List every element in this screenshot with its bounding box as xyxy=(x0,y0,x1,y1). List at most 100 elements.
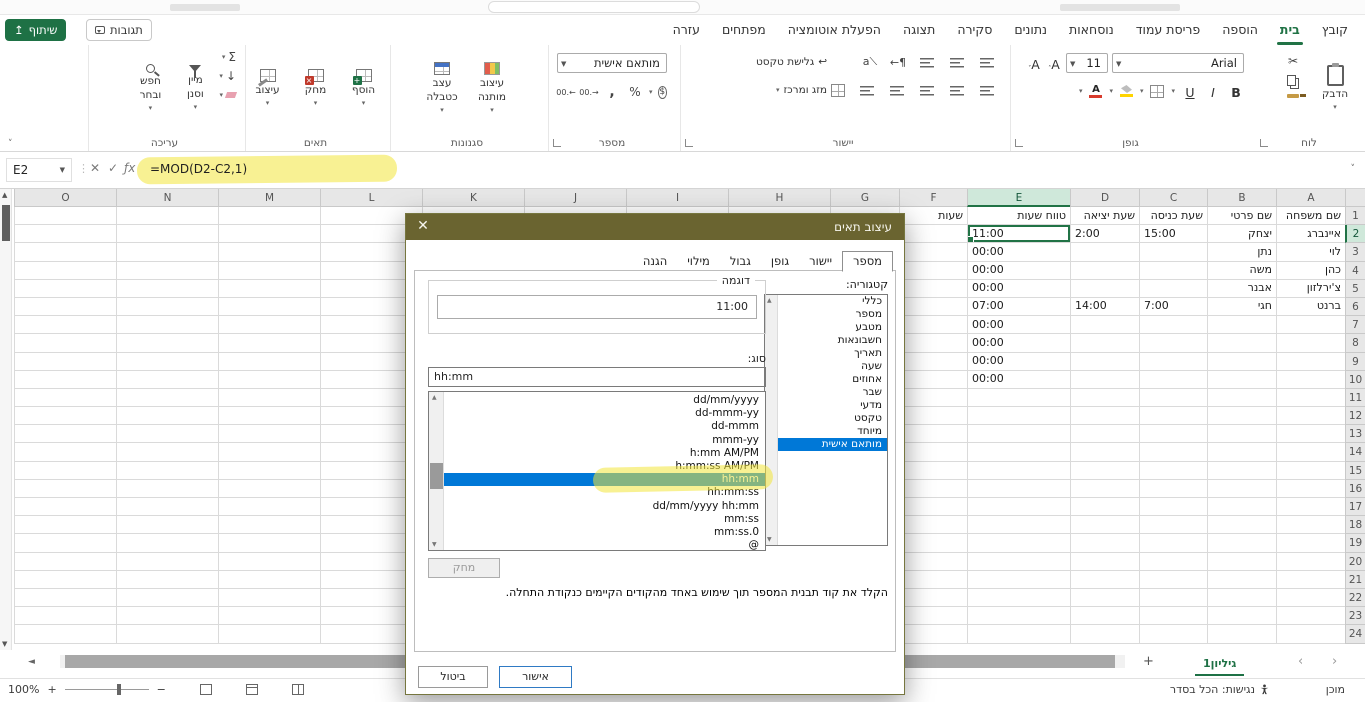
delete-cells-button[interactable]: מחק▾ xyxy=(295,48,337,128)
cell[interactable] xyxy=(967,625,1070,643)
category-item[interactable]: שבר xyxy=(778,386,887,399)
cell[interactable] xyxy=(899,516,967,534)
fill-color-button[interactable] xyxy=(1120,85,1133,97)
cell[interactable] xyxy=(14,207,116,225)
row-header[interactable]: 12 xyxy=(1345,407,1365,425)
category-item[interactable]: מספר xyxy=(778,308,887,321)
row-header[interactable]: 13 xyxy=(1345,425,1365,443)
cell[interactable] xyxy=(116,607,218,625)
cell[interactable] xyxy=(1139,443,1207,461)
cell[interactable] xyxy=(1276,334,1345,352)
ribbon-tab[interactable]: תצוגה xyxy=(892,15,946,45)
align-center-button[interactable] xyxy=(947,81,967,99)
cell[interactable]: שעות xyxy=(899,207,967,225)
cell[interactable] xyxy=(116,625,218,643)
ribbon-tab[interactable]: קובץ xyxy=(1311,15,1359,45)
cell[interactable] xyxy=(1276,607,1345,625)
cell[interactable] xyxy=(1207,571,1276,589)
cell[interactable] xyxy=(116,207,218,225)
cell[interactable] xyxy=(1207,534,1276,552)
align-middle-button[interactable] xyxy=(947,53,967,71)
cell[interactable] xyxy=(1139,607,1207,625)
cell[interactable] xyxy=(116,389,218,407)
ribbon-tab[interactable]: פריסת עמוד xyxy=(1125,15,1212,45)
cell[interactable] xyxy=(1276,371,1345,389)
cell[interactable] xyxy=(1139,571,1207,589)
cell[interactable] xyxy=(967,480,1070,498)
dialog-tab[interactable]: הגנה xyxy=(633,252,677,271)
cell[interactable] xyxy=(14,498,116,516)
percent-format-button[interactable]: % xyxy=(626,83,644,101)
cell[interactable] xyxy=(14,334,116,352)
row-header[interactable]: 10 xyxy=(1345,371,1365,389)
cell[interactable] xyxy=(1139,462,1207,480)
type-option[interactable]: h:mm:ss AM/PM xyxy=(444,460,765,473)
type-option[interactable]: dd-mmm xyxy=(444,420,765,433)
cell[interactable] xyxy=(218,480,320,498)
type-option[interactable]: hh:mm:ss xyxy=(444,486,765,499)
column-header[interactable]: I xyxy=(626,189,728,207)
insert-cells-button[interactable]: הוסף▾ xyxy=(343,48,385,128)
cell[interactable] xyxy=(1207,353,1276,371)
category-item[interactable]: כללי xyxy=(778,295,887,308)
cell[interactable] xyxy=(14,443,116,461)
cell[interactable]: 11:00 xyxy=(967,225,1070,243)
cell[interactable] xyxy=(1139,553,1207,571)
cell[interactable] xyxy=(1207,334,1276,352)
dialog-title[interactable]: עיצוב תאים xyxy=(406,214,904,240)
cell[interactable]: חגי xyxy=(1207,298,1276,316)
increase-font-button[interactable]: A˄ xyxy=(1046,54,1062,72)
ribbon-tab[interactable]: הוספה xyxy=(1211,15,1269,45)
cell[interactable] xyxy=(218,625,320,643)
sheet-tab[interactable]: גיליון1 xyxy=(1195,651,1244,676)
cell[interactable] xyxy=(1139,243,1207,261)
scroll-up-icon[interactable]: ▲ xyxy=(767,297,772,304)
column-header[interactable]: K xyxy=(422,189,524,207)
cell[interactable]: צ'ירלזון xyxy=(1276,280,1345,298)
align-top-button[interactable] xyxy=(977,53,997,71)
decrease-decimal-button[interactable]: ←.00 xyxy=(557,83,575,101)
cell[interactable] xyxy=(218,571,320,589)
cell[interactable] xyxy=(899,571,967,589)
bold-button[interactable]: B xyxy=(1228,82,1244,100)
cell[interactable] xyxy=(1070,480,1139,498)
vertical-scrollbar[interactable]: ▲ ▼ xyxy=(0,189,12,650)
cell[interactable] xyxy=(1276,316,1345,334)
currency-format-button[interactable]: $ xyxy=(658,86,667,99)
ribbon-tab[interactable]: הפעלת אוטומציה xyxy=(777,15,892,45)
cell[interactable] xyxy=(218,462,320,480)
cell[interactable] xyxy=(116,243,218,261)
cell[interactable] xyxy=(14,389,116,407)
cell[interactable] xyxy=(14,262,116,280)
type-input[interactable]: hh:mm xyxy=(428,367,766,387)
cell[interactable]: לוי xyxy=(1276,243,1345,261)
cell[interactable] xyxy=(1207,553,1276,571)
cell[interactable] xyxy=(1070,516,1139,534)
cell[interactable] xyxy=(1139,534,1207,552)
scroll-down-icon[interactable]: ▼ xyxy=(432,541,437,548)
cell[interactable] xyxy=(1070,462,1139,480)
cell[interactable] xyxy=(14,298,116,316)
ribbon-tab[interactable]: עזרה xyxy=(662,15,711,45)
type-option[interactable]: mmm-yy xyxy=(444,434,765,447)
cell[interactable] xyxy=(1070,425,1139,443)
cell[interactable] xyxy=(1070,334,1139,352)
number-format-dropdown[interactable]: מותאם אישית ▼ xyxy=(557,53,667,73)
cell[interactable] xyxy=(1276,498,1345,516)
cell[interactable] xyxy=(899,553,967,571)
cell[interactable] xyxy=(1207,480,1276,498)
cell[interactable] xyxy=(967,389,1070,407)
wrap-text-button[interactable]: ↩ גלישת טקסט xyxy=(756,53,827,71)
row-header[interactable]: 15 xyxy=(1345,462,1365,480)
format-painter-icon[interactable] xyxy=(1287,94,1299,98)
page-layout-view-icon[interactable] xyxy=(246,684,258,695)
cell[interactable] xyxy=(1207,589,1276,607)
cell[interactable] xyxy=(116,589,218,607)
ribbon-tab[interactable]: נוסחאות xyxy=(1058,15,1125,45)
comments-button[interactable]: תגובות xyxy=(86,19,152,41)
ribbon-tab[interactable]: בית xyxy=(1269,15,1311,45)
category-scrollbar[interactable]: ▲ ▼ xyxy=(765,295,778,545)
dialog-tab[interactable]: גופן xyxy=(761,252,799,271)
conditional-formatting-button[interactable]: עיצובמותנה ▾ xyxy=(471,48,513,128)
cell[interactable] xyxy=(1139,280,1207,298)
